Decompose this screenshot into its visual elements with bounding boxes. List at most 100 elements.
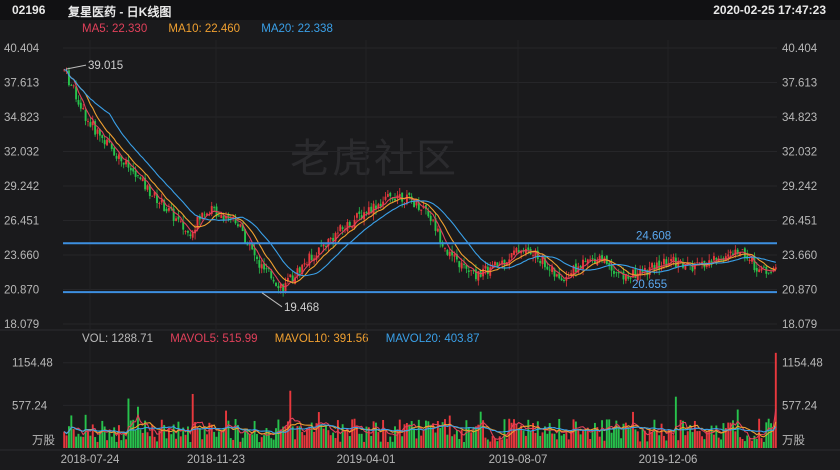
volume-bar bbox=[579, 434, 582, 448]
candle-body bbox=[139, 177, 142, 180]
kline-chart[interactable]: 40.404 40.404 37.613 37.613 34.823 34.823 32.0… bbox=[0, 0, 840, 470]
volume-bar bbox=[413, 428, 416, 448]
volume-bar bbox=[253, 420, 256, 448]
volume-bar bbox=[115, 441, 118, 448]
candle-body bbox=[213, 207, 216, 209]
volume-bar bbox=[353, 418, 356, 448]
volume-bar bbox=[565, 429, 568, 448]
volume-bar bbox=[327, 430, 330, 448]
candle-body bbox=[715, 258, 718, 260]
price-tick-left: 20.870 bbox=[4, 284, 39, 296]
volume-bar bbox=[384, 429, 387, 448]
price-tick-left: 26.451 bbox=[4, 215, 39, 227]
candle-body bbox=[460, 262, 463, 269]
volume-bar bbox=[96, 441, 99, 448]
volume-bar bbox=[634, 429, 637, 448]
candle-body bbox=[494, 261, 496, 266]
volume-bar bbox=[698, 430, 701, 448]
volume-bar bbox=[172, 424, 175, 448]
volume-bar bbox=[386, 441, 389, 448]
volume-bar bbox=[139, 429, 142, 448]
candle-body bbox=[296, 268, 299, 277]
volume-bar bbox=[572, 419, 575, 448]
volume-bar bbox=[686, 431, 689, 448]
volume-bar bbox=[660, 423, 663, 448]
candle-body bbox=[167, 208, 170, 211]
volume-bar bbox=[377, 432, 380, 448]
volume-bar bbox=[372, 421, 375, 448]
volume-bar bbox=[305, 428, 308, 448]
candle-body bbox=[748, 259, 751, 261]
volume-tick-right: 577.24 bbox=[782, 400, 818, 412]
candle-body bbox=[510, 253, 513, 258]
volume-bar bbox=[163, 424, 166, 448]
volume-bar bbox=[553, 433, 556, 448]
candle-body bbox=[329, 238, 332, 240]
volume-bar bbox=[639, 441, 642, 448]
volume-bar bbox=[108, 430, 111, 448]
candle-body bbox=[741, 249, 744, 251]
volume-bar bbox=[465, 420, 468, 448]
volume-bar bbox=[408, 424, 411, 448]
high-marker-line bbox=[65, 64, 87, 70]
volume-bar bbox=[629, 428, 632, 448]
volume-bar bbox=[717, 437, 720, 448]
volume-bar bbox=[63, 431, 66, 448]
volume-bar bbox=[422, 430, 425, 448]
volume-bar bbox=[379, 441, 382, 448]
candle-body bbox=[87, 121, 89, 122]
candle-body bbox=[248, 244, 251, 246]
volume-bar bbox=[701, 436, 703, 448]
low-marker-line bbox=[261, 292, 283, 308]
volume-bar bbox=[665, 440, 668, 448]
volume-bar bbox=[482, 420, 485, 448]
volume-bar bbox=[662, 435, 665, 448]
candle-body bbox=[106, 139, 108, 146]
volume-bar bbox=[722, 423, 725, 448]
volume-bar bbox=[751, 440, 753, 448]
volume-bar bbox=[682, 420, 684, 448]
candle-body bbox=[579, 265, 582, 268]
volume-bar bbox=[256, 434, 258, 448]
candle-body bbox=[736, 249, 739, 255]
volume-bar bbox=[70, 415, 73, 448]
volume-tick-right: 1154.48 bbox=[782, 358, 823, 370]
candle-body bbox=[486, 266, 489, 274]
volume-bar bbox=[567, 439, 570, 448]
candle-body bbox=[339, 225, 342, 232]
price-tick-right: 37.613 bbox=[782, 78, 817, 90]
candle-body bbox=[346, 222, 349, 232]
candle-body bbox=[275, 282, 277, 286]
volume-bar bbox=[79, 436, 82, 448]
volume-bar bbox=[674, 396, 677, 448]
volume-bar bbox=[320, 424, 323, 448]
volume-bar bbox=[446, 434, 449, 448]
volume-bar bbox=[194, 422, 197, 448]
price-tick-right: 18.079 bbox=[782, 319, 817, 331]
candle-body bbox=[134, 170, 137, 177]
volume-bar bbox=[696, 431, 699, 448]
volume-bar bbox=[534, 432, 537, 448]
volume-unit-left: 万股 bbox=[32, 433, 55, 447]
candle-body bbox=[137, 175, 139, 177]
candle-body bbox=[355, 213, 358, 218]
volume-bar bbox=[434, 432, 437, 448]
volume-bar bbox=[351, 419, 354, 448]
volume-bar bbox=[358, 433, 361, 448]
volume-bar bbox=[260, 437, 263, 448]
volume-bar bbox=[144, 420, 147, 448]
volume-bar bbox=[146, 432, 149, 448]
volume-bar bbox=[189, 442, 192, 448]
volume-bar bbox=[339, 441, 342, 448]
volume-bar bbox=[613, 427, 615, 448]
volume-bar bbox=[258, 442, 261, 448]
candle-body bbox=[96, 129, 99, 134]
candle-body bbox=[767, 272, 770, 274]
volume-bar bbox=[501, 439, 504, 448]
volume-bar bbox=[91, 424, 94, 448]
candle-body bbox=[555, 274, 558, 277]
volume-bar bbox=[336, 420, 339, 448]
candle-body bbox=[322, 244, 325, 247]
volume-bar bbox=[484, 437, 487, 448]
volume-bar bbox=[82, 436, 85, 448]
